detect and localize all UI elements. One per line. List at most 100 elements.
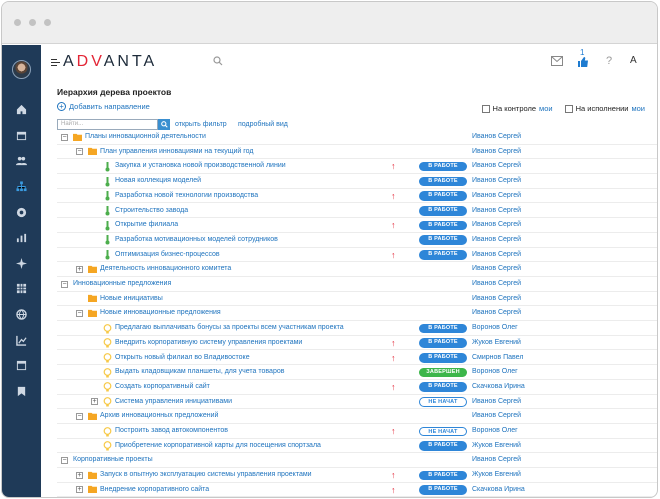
tree-item-name[interactable]: Предлагаю выплачивать бонусы за проекты … — [115, 324, 344, 331]
tree-item-name[interactable]: Архив инновационных предложений — [100, 412, 218, 419]
tree-row[interactable]: + Система управления инициативами НЕ НАЧАТ… — [57, 395, 657, 410]
tree-item-name[interactable]: Открытие филиала — [115, 221, 178, 228]
menu-toggle-icon[interactable] — [51, 59, 60, 66]
sidebar-sparkle-button[interactable] — [2, 251, 41, 277]
sidebar-analytics-button[interactable] — [2, 225, 41, 251]
responsible-person[interactable]: Иванов Сергей — [472, 221, 521, 228]
tree-row[interactable]: − Новые инновационные предложения Иванов С… — [57, 306, 657, 322]
collapse-toggle[interactable]: − — [61, 456, 68, 464]
tree-item-name[interactable]: Инновационные предложения — [73, 280, 171, 287]
tree-item-name[interactable]: План управления инновациями на текущий г… — [100, 148, 254, 155]
collapse-toggle[interactable]: − — [61, 133, 68, 141]
responsible-person[interactable]: Смирнов Павел — [472, 354, 523, 361]
tree-row[interactable]: Новая коллекция моделей В РАБОТЕ Иванов Се… — [57, 174, 657, 189]
tree-item-name[interactable]: Оптимизация бизнес-процессов — [115, 251, 220, 258]
detailed-view-link[interactable]: подробный вид — [238, 121, 288, 128]
responsible-person[interactable]: Иванов Сергей — [472, 133, 521, 140]
tree-row[interactable]: − Корпоративные проекты Иванов Сергей — [57, 453, 657, 469]
sidebar-globe-button[interactable] — [2, 302, 41, 328]
responsible-person[interactable]: Иванов Сергей — [472, 162, 521, 169]
tree-row[interactable]: Закупка и установка новой производственн… — [57, 159, 657, 175]
tree-item-name[interactable]: Внедрить корпоративную систему управлени… — [115, 339, 302, 346]
search-icon[interactable] — [213, 56, 223, 66]
avatar[interactable] — [12, 60, 31, 79]
sidebar-window-button[interactable] — [2, 353, 41, 379]
tree-item-name[interactable]: Система управления инициативами — [115, 398, 232, 405]
tree-row[interactable]: Приобретение корпоративной карты для пос… — [57, 439, 657, 454]
tree-item-name[interactable]: Запуск в опытную эксплуатацию системы уп… — [100, 471, 312, 478]
tree-item-name[interactable]: Внедрение корпоративного сайта — [100, 486, 209, 493]
responsible-person[interactable]: Иванов Сергей — [472, 265, 521, 272]
tree-item-name[interactable]: Приобретение корпоративной карты для пос… — [115, 442, 321, 449]
responsible-person[interactable]: Иванов Сергей — [472, 456, 521, 463]
responsible-person[interactable]: Иванов Сергей — [472, 177, 521, 184]
responsible-person[interactable]: Иванов Сергей — [472, 412, 521, 419]
responsible-person[interactable]: Скачкова Ирина — [472, 383, 525, 390]
tree-item-name[interactable]: Закупка и установка новой производственн… — [115, 162, 286, 169]
tree-item-name[interactable]: Деятельность инновационного комитета — [100, 265, 231, 272]
responsible-person[interactable]: Жуков Евгений — [472, 339, 521, 346]
tree-row[interactable]: Новые инициативы Иванов Сергей — [57, 292, 657, 307]
tree-item-name[interactable]: Новая коллекция моделей — [115, 177, 201, 184]
tree-row[interactable]: Предлагаю выплачивать бонусы за проекты … — [57, 321, 657, 336]
tree-row[interactable]: Создать корпоративный сайт ↑ В РАБОТЕ Скачк… — [57, 380, 657, 395]
tree-row[interactable]: Оптимизация бизнес-процессов ↑ В РАБОТЕ Ива… — [57, 248, 657, 263]
responsible-person[interactable]: Иванов Сергей — [472, 236, 521, 243]
on-execution-checkbox[interactable]: На исполнении мои — [564, 104, 645, 113]
responsible-person[interactable]: Иванов Сергей — [472, 280, 521, 287]
tree-row[interactable]: − План управления инновациями на текущий … — [57, 145, 657, 160]
collapse-toggle[interactable]: − — [76, 412, 83, 420]
thumbs-up-icon[interactable] — [577, 56, 589, 68]
tree-row[interactable]: Строительство завода В РАБОТЕ Иванов Серге… — [57, 204, 657, 219]
tree-item-name[interactable]: Открыть новый филиал во Владивостоке — [115, 354, 250, 361]
expand-toggle[interactable]: + — [76, 471, 83, 479]
search-button[interactable] — [158, 119, 170, 130]
tree-item-name[interactable]: Новые инновационные предложения — [100, 309, 221, 316]
tree-row[interactable]: Разработка новой технологии производства… — [57, 189, 657, 204]
tree-row[interactable]: Внедрить корпоративную систему управлени… — [57, 336, 657, 351]
tree-item-name[interactable]: Разработка мотивационных моделей сотрудн… — [115, 236, 278, 243]
responsible-person[interactable]: Воронов Олег — [472, 427, 518, 434]
tree-item-name[interactable]: Новые инициативы — [100, 295, 163, 302]
responsible-person[interactable]: Скачкова Ирина — [472, 486, 525, 493]
tree-row[interactable]: − Инновационные предложения Иванов Сергей — [57, 277, 657, 292]
responsible-person[interactable]: Иванов Сергей — [472, 251, 521, 258]
tree-item-name[interactable]: Планы инновационной деятельности — [85, 133, 206, 140]
sidebar-target-button[interactable] — [2, 199, 41, 225]
tree-row[interactable]: Построить завод автокомпонентов ↑ НЕ НАЧАТ… — [57, 424, 657, 439]
tree-item-name[interactable]: Строительство завода — [115, 207, 188, 214]
sidebar-hierarchy-button[interactable] — [2, 174, 41, 200]
expand-toggle[interactable]: + — [76, 265, 83, 273]
responsible-person[interactable]: Воронов Олег — [472, 368, 518, 375]
sidebar-grid-button[interactable] — [2, 276, 41, 302]
sidebar-chart-button[interactable] — [2, 327, 41, 353]
tree-row[interactable]: − Планы инновационной деятельности Иванов … — [57, 130, 657, 145]
tree-item-name[interactable]: Разработка новой технологии производства — [115, 192, 258, 199]
expand-toggle[interactable]: + — [91, 398, 98, 406]
mail-icon[interactable] — [551, 56, 563, 66]
responsible-person[interactable]: Жуков Евгений — [472, 471, 521, 478]
window-controls[interactable] — [14, 19, 51, 26]
tree-row[interactable]: Открытие филиала ↑ В РАБОТЕ Иванов Сергей — [57, 218, 657, 233]
responsible-person[interactable]: Иванов Сергей — [472, 309, 521, 316]
tree-row[interactable]: Выдать кладовщикам планшеты, для учета т… — [57, 365, 657, 380]
tree-row[interactable]: + Внедрение корпоративного сайта ↑ В РАБОТЕ… — [57, 483, 657, 497]
tree-row[interactable]: Открыть новый филиал во Владивостоке ↑ В Р… — [57, 351, 657, 366]
tree-row[interactable]: − Архив инновационных предложений Иванов С… — [57, 409, 657, 424]
sidebar-users-button[interactable] — [2, 148, 41, 174]
sidebar-home-button[interactable] — [2, 97, 41, 123]
tree-item-name[interactable]: Выдать кладовщикам планшеты, для учета т… — [115, 368, 284, 375]
collapse-toggle[interactable]: − — [76, 309, 83, 317]
add-direction-button[interactable]: + Добавить направление — [57, 102, 150, 111]
tree-row[interactable]: + Деятельность инновационного комитета Ива… — [57, 262, 657, 277]
responsible-person[interactable]: Иванов Сергей — [472, 148, 521, 155]
tree-row[interactable]: + Запуск в опытную эксплуатацию системы у… — [57, 468, 657, 483]
responsible-person[interactable]: Иванов Сергей — [472, 295, 521, 302]
responsible-person[interactable]: Жуков Евгений — [472, 442, 521, 449]
search-input[interactable]: Найти... — [57, 119, 158, 130]
tree-item-name[interactable]: Построить завод автокомпонентов — [115, 427, 228, 434]
help-icon[interactable]: ? — [606, 55, 612, 67]
sidebar-calendar-button[interactable] — [2, 123, 41, 149]
sidebar-bookmark-button[interactable] — [2, 379, 41, 405]
on-execution-mine-link[interactable]: мои — [631, 104, 645, 113]
